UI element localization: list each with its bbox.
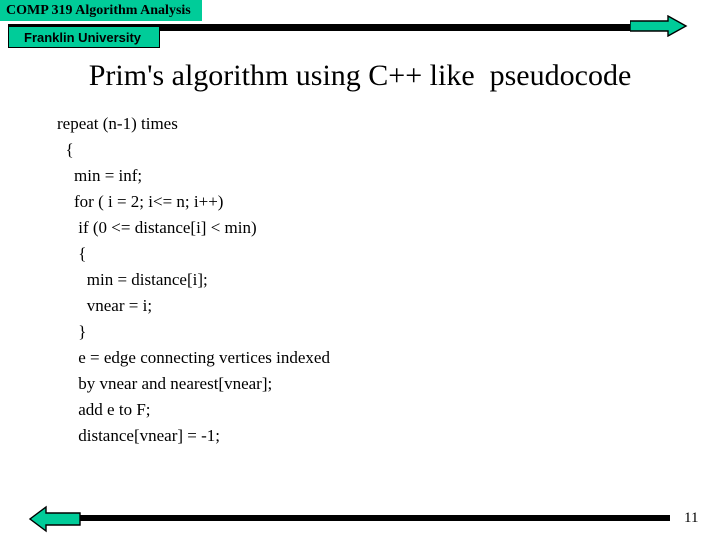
course-banner-label: COMP 319 Algorithm Analysis (6, 3, 191, 18)
code-line: if (0 <= distance[i] < min) (57, 218, 257, 237)
page-number: 11 (684, 510, 699, 526)
arrow-right-icon (629, 14, 700, 38)
code-line: { (57, 244, 87, 263)
code-line: min = inf; (57, 166, 143, 185)
school-banner: Franklin University (8, 26, 160, 48)
code-line: by vnear and nearest[vnear]; (57, 374, 273, 393)
school-banner-label: Franklin University (24, 30, 142, 45)
code-line: e = edge connecting vertices indexed (57, 348, 330, 367)
code-line: { (57, 140, 74, 159)
code-line: distance[vnear] = -1; (57, 426, 220, 445)
code-line: vnear = i; (57, 296, 153, 315)
course-banner: COMP 319 Algorithm Analysis (0, 0, 202, 21)
code-line: for ( i = 2; i<= n; i++) (57, 192, 224, 211)
code-line: } (57, 322, 87, 341)
slide-canvas: COMP 319 Algorithm Analysis Franklin Uni… (0, 0, 720, 540)
code-line: min = distance[i]; (57, 270, 208, 289)
page-title: Prim's algorithm using C++ like pseudoco… (88, 59, 632, 92)
code-line: add e to F; (57, 400, 151, 419)
footer-divider-rule (70, 515, 670, 521)
pseudocode-block: repeat (n-1) times { min = inf; for ( i … (57, 111, 657, 449)
code-line: repeat (n-1) times (57, 114, 178, 133)
arrow-left-icon (28, 505, 88, 533)
